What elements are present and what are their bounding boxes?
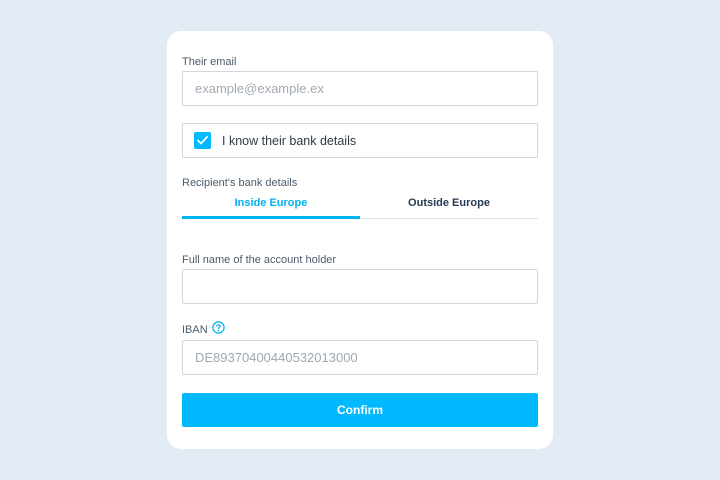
tab-outside-europe[interactable]: Outside Europe — [360, 194, 538, 218]
full-name-label: Full name of the account holder — [182, 254, 337, 266]
email-input[interactable] — [183, 72, 525, 105]
email-field-box — [182, 71, 538, 106]
checkmark-icon — [197, 136, 208, 145]
question-circle-icon[interactable] — [212, 321, 225, 334]
iban-label: IBAN — [182, 324, 208, 336]
bank-details-checkbox-label: I know their bank details — [222, 134, 357, 148]
recipient-form-card: Their email I know their bank details Re… — [167, 31, 553, 449]
iban-input[interactable] — [183, 341, 525, 374]
bank-details-checkbox[interactable] — [194, 132, 211, 149]
email-label: Their email — [182, 56, 237, 68]
tab-inside-europe[interactable]: Inside Europe — [182, 194, 360, 219]
bank-details-checkbox-row[interactable]: I know their bank details — [182, 123, 538, 158]
full-name-input[interactable] — [183, 270, 525, 303]
iban-field-box — [182, 340, 538, 375]
full-name-field-box — [182, 269, 538, 304]
confirm-button[interactable]: Confirm — [182, 393, 538, 427]
bank-location-tabs: Inside Europe Outside Europe — [182, 194, 538, 219]
recipient-bank-details-label: Recipient's bank details — [182, 177, 298, 189]
